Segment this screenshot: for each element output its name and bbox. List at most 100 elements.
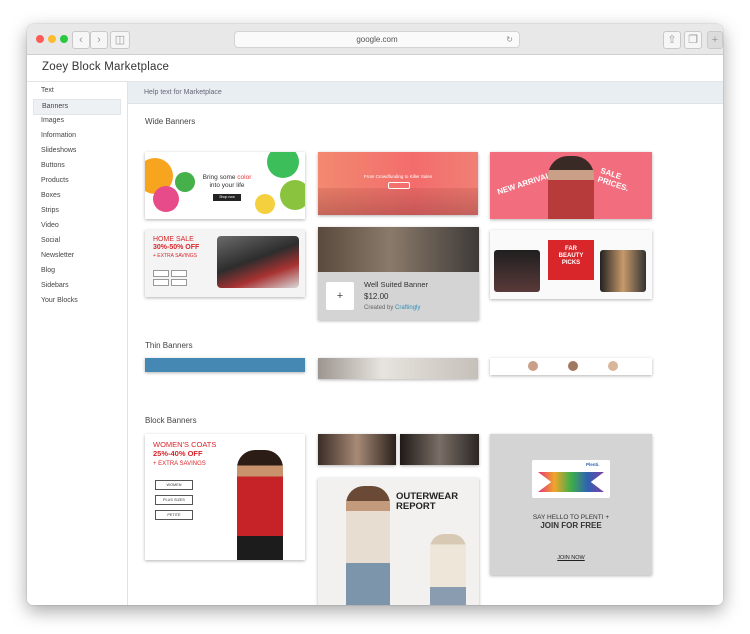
- sidebar-item-newsletter[interactable]: Newsletter: [33, 249, 119, 263]
- beauty-line1: FAR: [565, 246, 577, 252]
- coats-line1: WOMEN'S COATS: [153, 440, 217, 449]
- banner-card-well-suited[interactable]: + Well Suited Banner $12.00 Created by C…: [318, 227, 479, 320]
- street-photo: [318, 188, 478, 215]
- thin-banner-blue[interactable]: [145, 358, 305, 372]
- man-in-suit-photo: [318, 227, 479, 272]
- page-title: Zoey Block Marketplace: [42, 61, 170, 73]
- model-puffer-coat-photo: [430, 534, 466, 605]
- block-banner-plenti[interactable]: Plenti. SAY HELLO TO PLENTI + JOIN FOR F…: [490, 434, 652, 575]
- home-sale-line1: HOME SALE: [153, 236, 194, 243]
- plenti-chevrons-graphic: [538, 472, 604, 492]
- coats-headline: WOMEN'S COATS 25%-40% OFF + EXTRA SAVING…: [153, 440, 216, 469]
- home-sale-line3: + EXTRA SAVINGS: [153, 253, 197, 259]
- author-link[interactable]: Craftingly: [395, 305, 420, 311]
- sidebar-item-sidebars[interactable]: Sidebars: [33, 279, 119, 293]
- forward-arrow-icon[interactable]: ›: [90, 31, 108, 49]
- block-banner-womens-coats[interactable]: WOMEN'S COATS 25%-40% OFF + EXTRA SAVING…: [145, 434, 305, 560]
- watch-banner-headline: Bring some color into your life: [195, 174, 259, 190]
- close-window-button[interactable]: [36, 35, 44, 43]
- url-text: google.com: [356, 35, 398, 44]
- banner-card-colorful-watches[interactable]: Bring some color into your life Shop now: [145, 152, 305, 219]
- section-title-block: Block Banners: [145, 416, 197, 425]
- banner-card-crowdfunding[interactable]: From Crowdfunding to Killer Sales: [318, 152, 478, 215]
- block-banner-accessories-left[interactable]: [318, 434, 396, 465]
- watch-image-green: [175, 172, 195, 192]
- browser-window: ‹ › ◫ google.com ↻ ⇧ ❐ + Zoey Block Mark…: [27, 24, 723, 605]
- sidebar-toggle-icon[interactable]: ◫: [110, 31, 130, 49]
- sidebar-item-buttons[interactable]: Buttons: [33, 159, 119, 173]
- home-sale-button-1[interactable]: [153, 270, 169, 277]
- banner-card-new-arrivals[interactable]: NEW ARRIVALS. SALE PRICES.: [490, 152, 652, 219]
- cookware-photo: [217, 236, 299, 288]
- home-sale-button-2[interactable]: [171, 270, 187, 277]
- share-icon[interactable]: ⇧: [663, 31, 681, 49]
- thin-banner-photo[interactable]: [318, 358, 478, 379]
- sidebar: Text Banners Images Information Slidesho…: [27, 82, 128, 605]
- sidebar-item-your-blocks[interactable]: Your Blocks: [33, 294, 119, 308]
- main-content: Help text for Marketplace Wide Banners B…: [128, 82, 723, 605]
- section-title-wide: Wide Banners: [145, 117, 196, 126]
- home-sale-button-4[interactable]: [171, 279, 187, 286]
- home-sale-line2: 30%-50% OFF: [153, 244, 200, 251]
- add-block-button[interactable]: +: [326, 282, 354, 310]
- banner-card-beauty-picks[interactable]: FAR BEAUTY PICKS: [490, 230, 652, 299]
- watch-image-green-2: [267, 152, 299, 178]
- sidebar-item-boxes[interactable]: Boxes: [33, 189, 119, 203]
- sidebar-item-banners[interactable]: Banners: [33, 99, 121, 115]
- crowdfunding-text: From Crowdfunding to Killer Sales: [363, 174, 433, 179]
- block-banner-outerwear[interactable]: OUTERWEAR REPORT: [318, 478, 479, 605]
- watch-accent: color: [237, 174, 252, 181]
- plenti-line2: JOIN FOR FREE: [540, 521, 602, 530]
- watch-image-pink: [153, 186, 179, 212]
- block-name: Well Suited Banner: [364, 280, 429, 289]
- watch-line2: into your life: [209, 182, 245, 189]
- sidebar-item-images[interactable]: Images: [33, 114, 119, 128]
- sidebar-item-video[interactable]: Video: [33, 219, 119, 233]
- plus-sizes-button[interactable]: PLUS SIZES: [155, 495, 193, 505]
- plenti-line1: SAY HELLO TO PLENTI +: [532, 514, 610, 521]
- cosmetic-bag-photo: [494, 250, 540, 292]
- coats-line3: + EXTRA SAVINGS: [153, 461, 206, 467]
- sidebar-item-slideshows[interactable]: Slideshows: [33, 144, 119, 158]
- sidebar-item-information[interactable]: Information: [33, 129, 119, 143]
- address-bar[interactable]: google.com ↻: [234, 31, 520, 48]
- beauty-picks-text: FAR BEAUTY PICKS: [548, 246, 594, 267]
- coats-line2: 25%-40% OFF: [153, 449, 203, 458]
- block-author-line: Created by Craftingly: [364, 305, 420, 311]
- crowdfunding-button[interactable]: [388, 182, 410, 189]
- tabs-overview-icon[interactable]: ❐: [684, 31, 702, 49]
- watch-line1: Bring some: [202, 174, 236, 181]
- sidebar-item-strips[interactable]: Strips: [33, 204, 119, 218]
- minimize-window-button[interactable]: [48, 35, 56, 43]
- home-sale-button-3[interactable]: [153, 279, 169, 286]
- sidebar-item-text[interactable]: Text: [33, 84, 119, 98]
- reload-icon[interactable]: ↻: [506, 32, 513, 47]
- beauty-picks-badge: FAR BEAUTY PICKS: [548, 240, 594, 280]
- beauty-line2: BEAUTY: [558, 253, 584, 259]
- home-sale-headline: HOME SALE 30%-50% OFF + EXTRA SAVINGS: [153, 236, 199, 260]
- sale-prices-text: SALE PRICES.: [596, 166, 630, 194]
- watch-image-yellow: [255, 194, 275, 214]
- outerwear-headline: OUTERWEAR REPORT: [396, 492, 458, 512]
- sidebar-item-products[interactable]: Products: [33, 174, 119, 188]
- model-red-coat-photo: [237, 450, 283, 560]
- app-header: Zoey Block Marketplace: [27, 55, 723, 82]
- join-now-link[interactable]: JOIN NOW: [490, 555, 652, 561]
- plenti-card: Plenti.: [532, 460, 610, 498]
- created-by-label: Created by: [364, 305, 394, 311]
- sidebar-item-blog[interactable]: Blog: [33, 264, 119, 278]
- sidebar-item-social[interactable]: Social: [33, 234, 119, 248]
- maximize-window-button[interactable]: [60, 35, 68, 43]
- thin-banner-people[interactable]: [490, 358, 652, 375]
- plenti-headline: SAY HELLO TO PLENTI + JOIN FOR FREE: [490, 514, 652, 531]
- block-banner-accessories-right[interactable]: [400, 434, 479, 465]
- model-photo: [548, 156, 594, 219]
- section-title-thin: Thin Banners: [145, 341, 193, 350]
- new-tab-icon[interactable]: +: [707, 31, 723, 49]
- back-arrow-icon[interactable]: ‹: [72, 31, 90, 49]
- petite-button[interactable]: PETITE: [155, 510, 193, 520]
- makeup-products-photo: [600, 250, 646, 292]
- women-button[interactable]: WOMEN: [155, 480, 193, 490]
- shop-now-button[interactable]: Shop now: [213, 194, 241, 201]
- banner-card-home-sale[interactable]: HOME SALE 30%-50% OFF + EXTRA SAVINGS: [145, 230, 305, 297]
